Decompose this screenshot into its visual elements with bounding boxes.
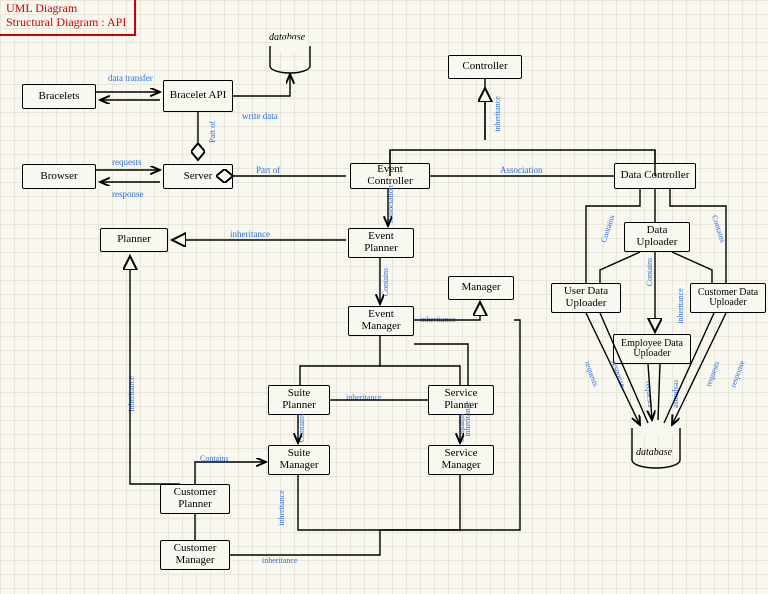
node-bracelets: Bracelets [22, 84, 96, 109]
lbl-assoc-evctrl-evplan: Association [387, 185, 395, 223]
node-user-data-uploader: User Data Uploader [551, 283, 621, 313]
lbl-cont-suitep-suitem: Contains [298, 414, 306, 442]
lbl-inh-du: inheritance [677, 288, 685, 324]
node-bracelet-api: Bracelet API [163, 80, 233, 112]
node-event-manager: Event Manager [348, 306, 414, 336]
node-suite-manager: Suite Manager [268, 445, 330, 475]
node-employee-data-uploader: Employee Data Uploader [613, 334, 691, 364]
lbl-resp2: response [672, 380, 680, 408]
node-service-planner: Service Planner [428, 385, 494, 415]
node-customer-data-uploader: Customer Data Uploader [690, 283, 766, 313]
lbl-inh-sumgr: inheritance [278, 490, 286, 526]
lbl-cont-evplan-evmgr: Contains [382, 268, 390, 296]
db-top-icon [270, 39, 310, 73]
lbl-inh-controller: inheritance [494, 96, 502, 132]
db-top-label: database [269, 32, 305, 43]
lbl-inh-planner: inheritance [230, 230, 270, 239]
node-suite-planner: Suite Planner [268, 385, 330, 415]
lbl-write-data: write data [242, 112, 278, 121]
node-manager: Manager [448, 276, 514, 300]
lbl-requests: requests [112, 158, 142, 167]
lbl-cont-cplan-smgr: Contains [200, 455, 228, 463]
db-bottom-label: database [636, 447, 672, 458]
node-customer-planner: Customer Planner [160, 484, 230, 514]
lbl-partof-h: Part of [256, 166, 280, 175]
diagram-title: UML Diagram Structural Diagram : API [0, 0, 136, 36]
lbl-response: response [112, 190, 144, 199]
title-line-1: UML Diagram [6, 2, 126, 16]
node-server: Server [163, 164, 233, 189]
node-planner: Planner [100, 228, 168, 252]
lbl-inh-suite-service: inheritance [346, 394, 382, 402]
lbl-association: Association [500, 166, 543, 175]
title-line-2: Structural Diagram : API [6, 16, 126, 30]
lbl-partof-v: Part of [209, 121, 217, 143]
node-data-controller: Data Controller [614, 163, 696, 189]
connectors [0, 0, 768, 594]
lbl-resp3: response [729, 359, 746, 388]
lbl-req3: requests [705, 360, 721, 387]
lbl-cont-dc-du2: Contains [710, 214, 726, 244]
lbl-cont-dc-du1: Contains [600, 214, 616, 244]
lbl-data-transfer: data transfer [108, 74, 153, 83]
node-data-uploader: Data Uploader [624, 222, 690, 252]
lbl-req2: requests [644, 381, 654, 408]
node-browser: Browser [22, 164, 96, 189]
node-customer-manager: Customer Manager [160, 540, 230, 570]
lbl-cont-du-inner: Contains [646, 258, 654, 286]
lbl-inh-servplan: inheritance [464, 401, 472, 437]
lbl-inh-cplan-planner: inheritance [128, 376, 136, 412]
node-controller: Controller [448, 55, 522, 79]
node-service-manager: Service Manager [428, 445, 494, 475]
db-bottom-icon [632, 420, 680, 468]
lbl-req1: requests [583, 360, 599, 387]
lbl-inh-cmgr: inheritance [262, 557, 298, 565]
node-event-planner: Event Planner [348, 228, 414, 258]
lbl-inh-evmgr-mgr: inheritance [420, 316, 456, 324]
